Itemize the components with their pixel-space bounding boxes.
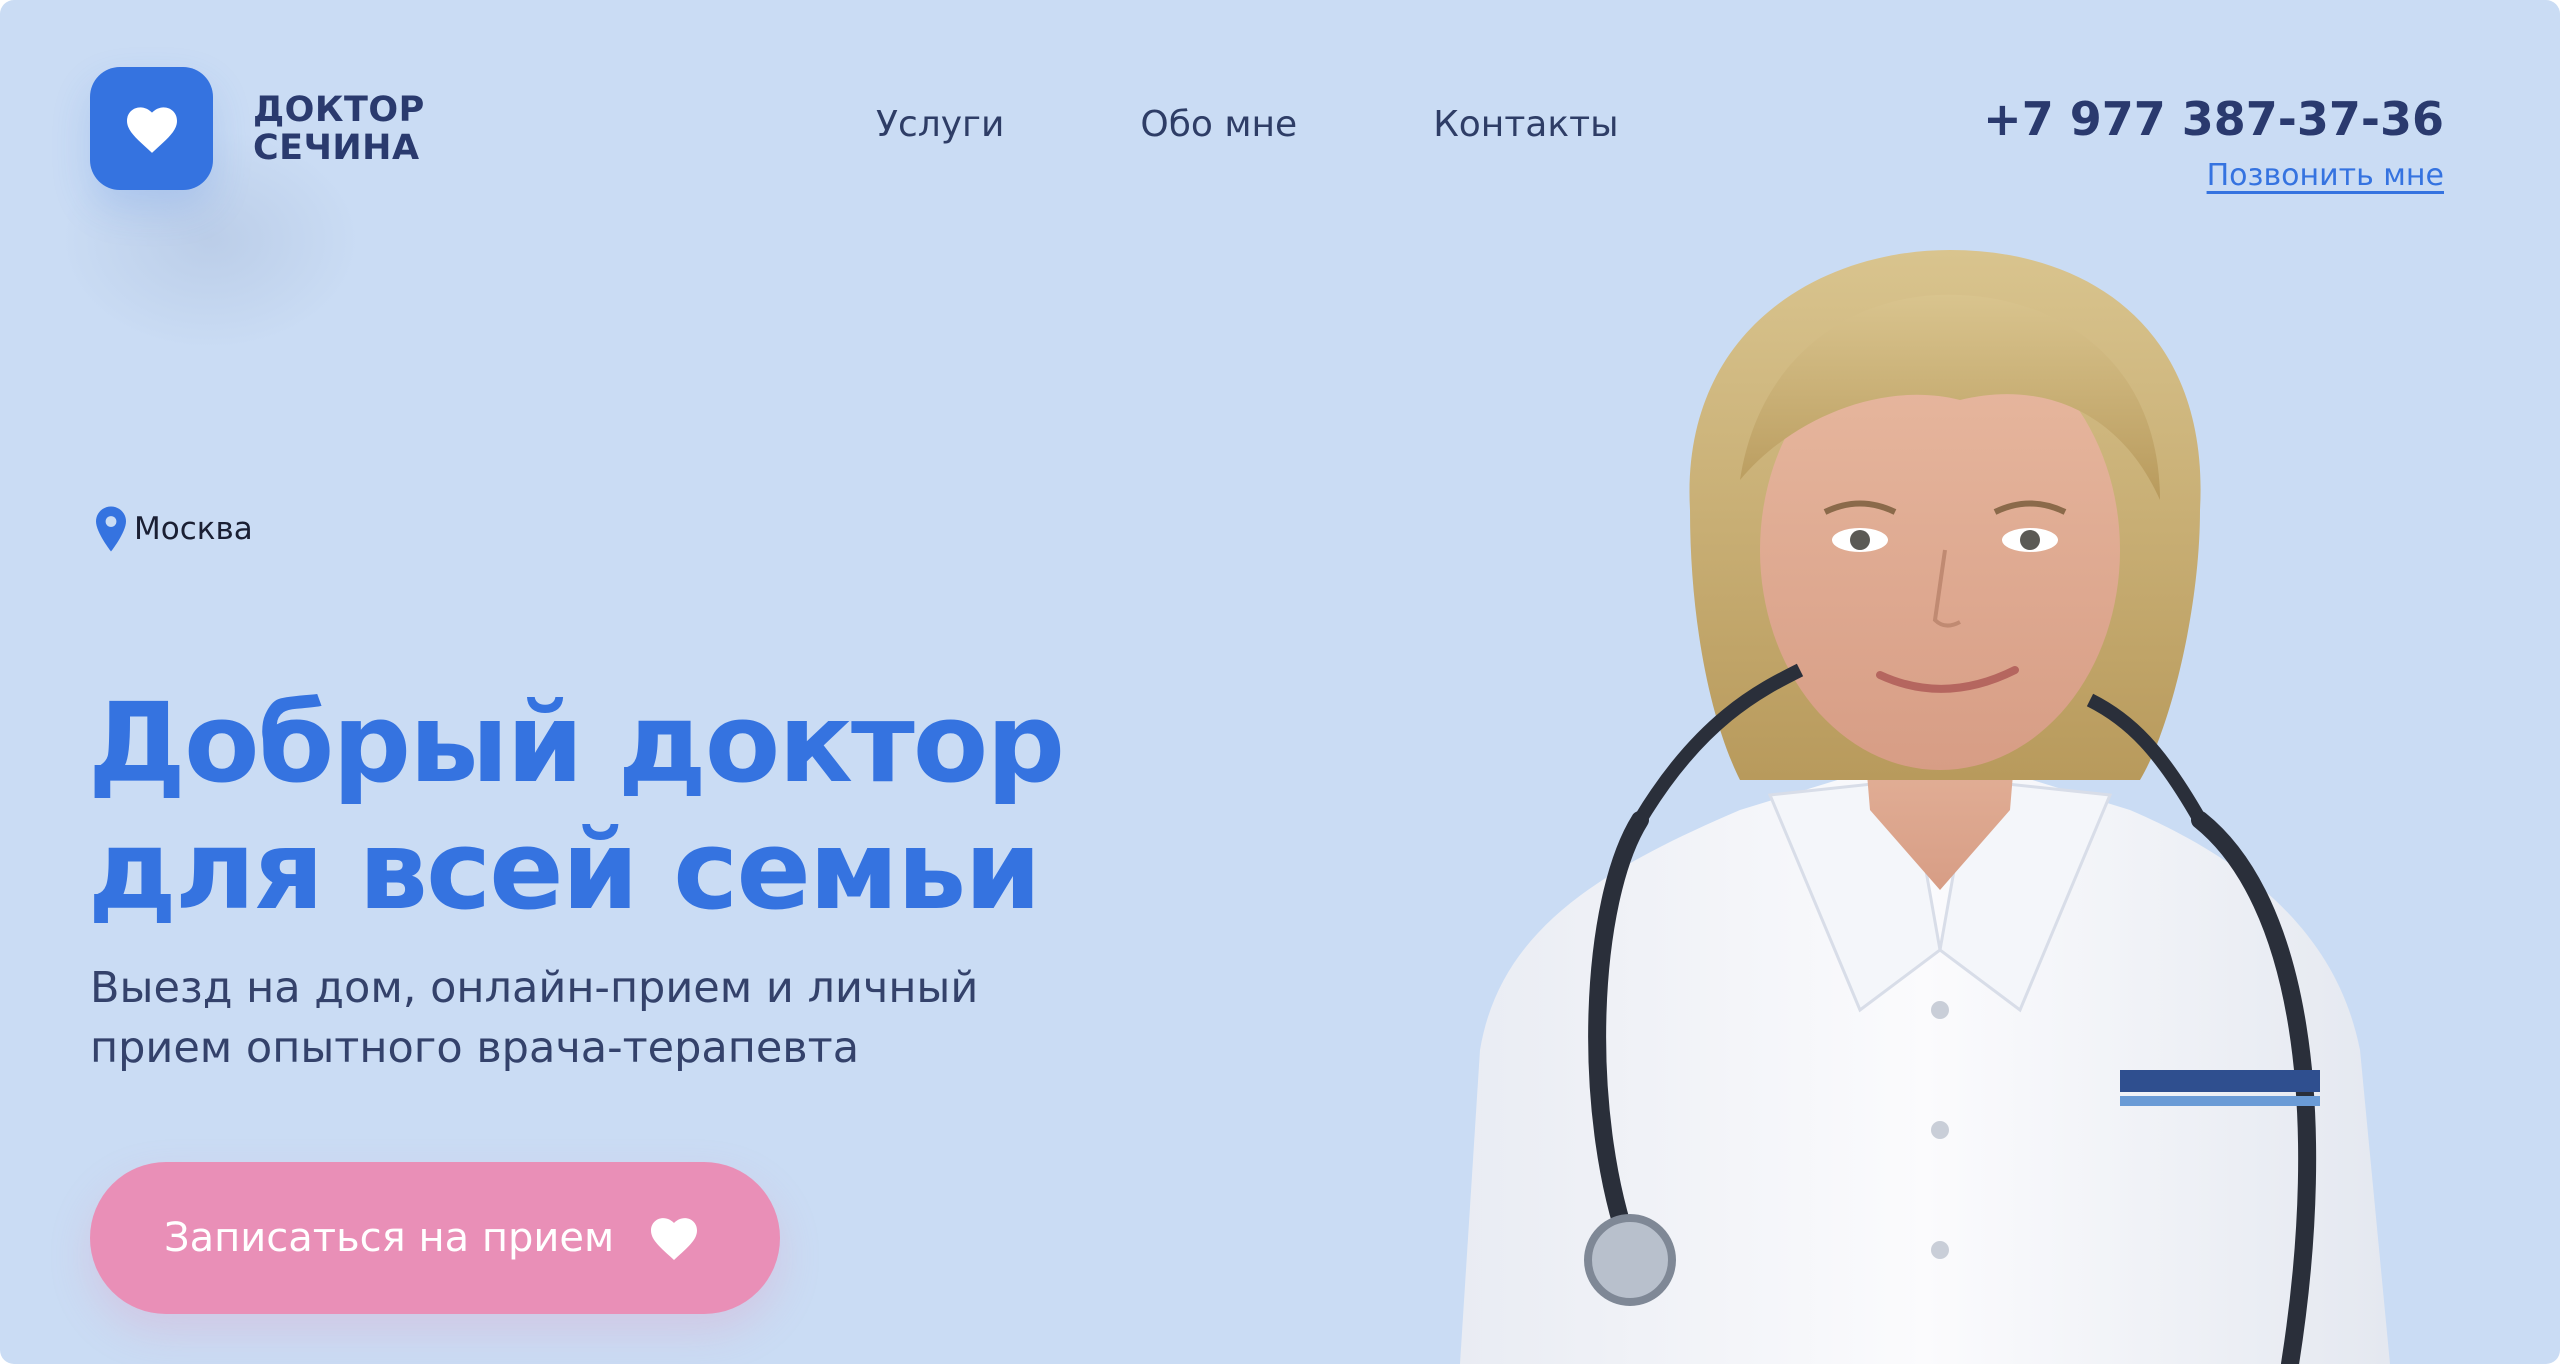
landing-page: ДОКТОР СЕЧИНА Услуги Обо мне Контакты +7… bbox=[0, 0, 2560, 1364]
nav-item-contacts[interactable]: Контакты bbox=[1433, 104, 1618, 145]
brand-logo[interactable]: ДОКТОР СЕЧИНА bbox=[90, 67, 425, 190]
main-nav: Услуги Обо мне Контакты bbox=[876, 104, 1619, 145]
heart-icon bbox=[126, 106, 177, 153]
book-appointment-button[interactable]: Записаться на прием bbox=[90, 1162, 780, 1314]
doctor-photo bbox=[1460, 250, 2390, 1364]
hero-headline: Добрый доктор для всей семьи bbox=[88, 679, 1065, 934]
hero-headline-line2: для всей семьи bbox=[88, 806, 1041, 934]
heart-icon bbox=[648, 1215, 700, 1261]
call-me-link[interactable]: Позвонить мне bbox=[2207, 158, 2444, 193]
book-appointment-label: Записаться на прием bbox=[164, 1215, 615, 1261]
brand-name: ДОКТОР СЕЧИНА bbox=[253, 91, 425, 167]
nav-item-about[interactable]: Обо мне bbox=[1140, 104, 1297, 145]
phone-number[interactable]: +7 977 387-37-36 bbox=[1983, 92, 2444, 146]
hero-subtitle: Выезд на дом, онлайн-прием и личный прие… bbox=[90, 958, 978, 1078]
location-city: Москва bbox=[134, 511, 253, 547]
hero-subtitle-line2: прием опытного врача-терапевта bbox=[90, 1023, 860, 1073]
brand-name-line2: СЕЧИНА bbox=[253, 127, 420, 168]
hero-subtitle-line1: Выезд на дом, онлайн-прием и личный bbox=[90, 963, 979, 1013]
map-pin-icon bbox=[96, 506, 126, 552]
hero-headline-line1: Добрый доктор bbox=[88, 679, 1065, 807]
nav-item-services[interactable]: Услуги bbox=[876, 104, 1004, 145]
logo-mark bbox=[90, 67, 213, 190]
location[interactable]: Москва bbox=[96, 506, 253, 552]
contact-block: +7 977 387-37-36 Позвонить мне bbox=[1983, 92, 2444, 193]
brand-name-line1: ДОКТОР bbox=[253, 89, 425, 130]
